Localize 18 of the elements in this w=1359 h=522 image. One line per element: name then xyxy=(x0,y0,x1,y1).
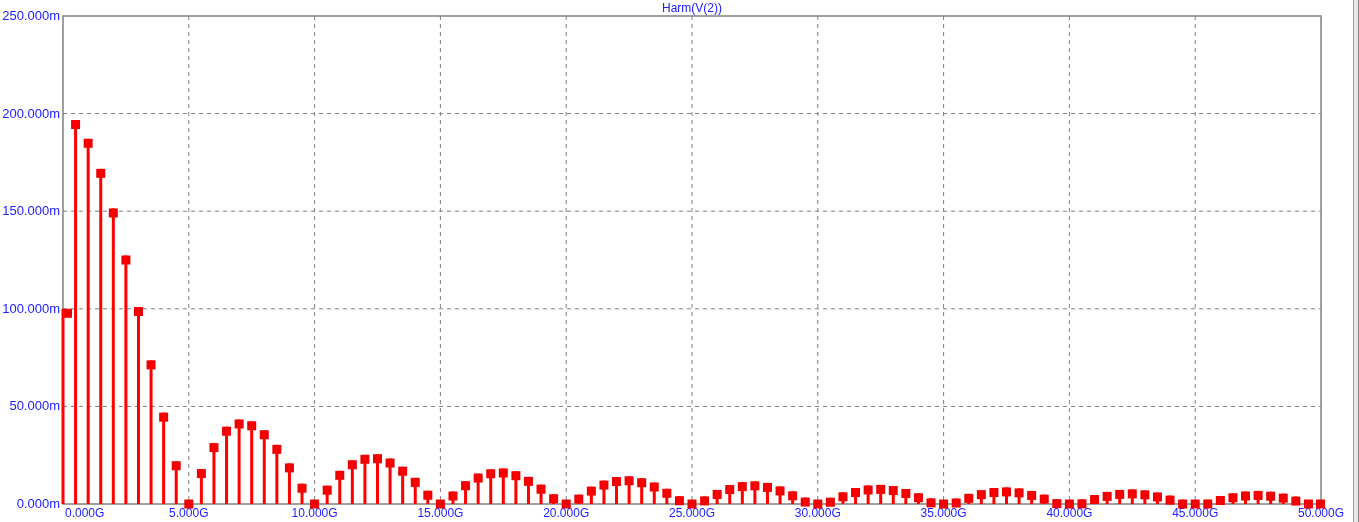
x-tick-label: 20.000G xyxy=(543,506,590,520)
x-tick-label: 0.000G xyxy=(65,506,105,520)
y-tick-label: 50.000m xyxy=(9,398,60,414)
x-tick-label: 30.000G xyxy=(794,506,841,520)
x-tick-label: 40.000G xyxy=(1046,506,1093,520)
y-tick-label: 100.000m xyxy=(2,300,60,316)
x-tick-label: 50.000G xyxy=(1298,506,1344,520)
y-tick-label: 200.000m xyxy=(2,105,60,121)
chart-title: Harm(V(2)) xyxy=(662,1,722,15)
x-tick-label: 35.000G xyxy=(920,506,967,520)
y-tick-label: 0.000m xyxy=(16,496,60,511)
y-tick-label: 250.000m xyxy=(2,8,60,23)
x-tick-label: 45.000G xyxy=(1172,506,1219,520)
y-tick-label: 150.000m xyxy=(2,203,60,219)
x-tick-label: 25.000G xyxy=(669,506,715,520)
x-tick-label: 15.000G xyxy=(417,506,464,520)
x-tick-label: 10.000G xyxy=(291,506,338,520)
x-tick-label: 5.000G xyxy=(169,506,209,520)
